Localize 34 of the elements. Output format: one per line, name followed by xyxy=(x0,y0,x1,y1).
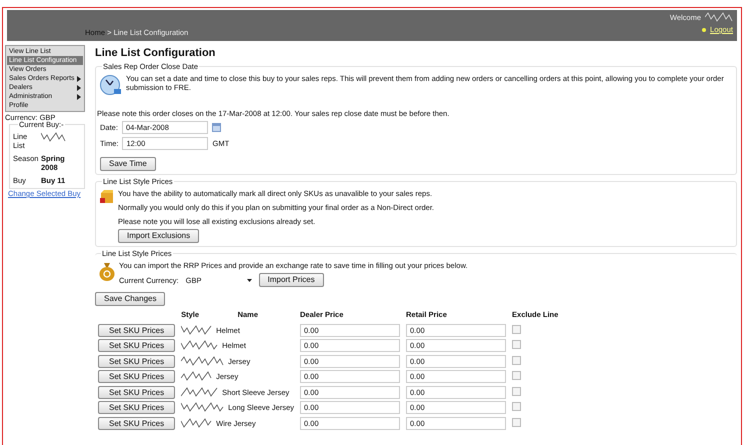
exclude-checkbox[interactable] xyxy=(512,418,522,427)
set-sku-prices-button[interactable]: Set SKU Prices xyxy=(98,339,176,352)
save-changes-button[interactable]: Save Changes xyxy=(95,292,166,306)
exclude-checkbox[interactable] xyxy=(512,386,522,396)
redaction-scribble xyxy=(41,132,66,143)
box-icon xyxy=(100,189,114,204)
exclude-checkbox[interactable] xyxy=(512,356,522,365)
redaction-scribble xyxy=(181,340,218,352)
redaction-scribble xyxy=(181,371,212,382)
exclude-checkbox[interactable] xyxy=(512,371,522,380)
redaction-scribble xyxy=(705,12,733,23)
exclude-checkbox[interactable] xyxy=(512,402,522,412)
exclude-checkbox[interactable] xyxy=(512,324,522,334)
set-sku-prices-button[interactable]: Set SKU Prices xyxy=(98,386,176,399)
import-prices-button[interactable]: Import Prices xyxy=(258,273,324,287)
clock-icon xyxy=(100,74,122,96)
caret-icon xyxy=(246,278,252,282)
set-sku-prices-button[interactable]: Set SKU Prices xyxy=(98,416,176,430)
set-sku-prices-button[interactable]: Set SKU Prices xyxy=(98,324,176,337)
save-time-button[interactable]: Save Time xyxy=(100,157,156,171)
import-exclusions-button[interactable]: Import Exclusions xyxy=(118,229,200,243)
redaction-scribble xyxy=(181,402,224,414)
redaction-scribble xyxy=(181,386,218,398)
redaction-scribble xyxy=(181,418,212,429)
money-bag-icon xyxy=(99,261,115,281)
bullet-icon xyxy=(702,28,706,32)
page-title: Line List Configuration xyxy=(95,47,216,60)
calendar-icon[interactable] xyxy=(212,123,221,132)
set-sku-prices-button[interactable]: Set SKU Prices xyxy=(98,354,176,368)
redaction-scribble xyxy=(181,324,212,336)
exclude-checkbox[interactable] xyxy=(512,340,522,350)
set-sku-prices-button[interactable]: Set SKU Prices xyxy=(98,370,176,384)
redaction-scribble xyxy=(181,356,224,367)
set-sku-prices-button[interactable]: Set SKU Prices xyxy=(98,401,176,414)
